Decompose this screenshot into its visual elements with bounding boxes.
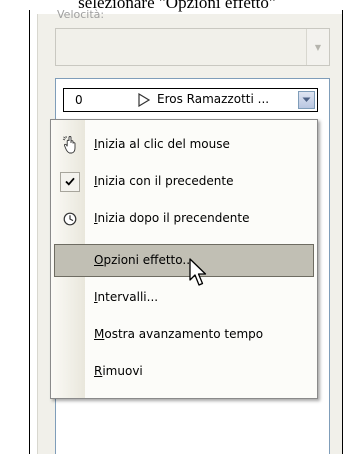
menu-item-show-advanced-timeline[interactable]: Mostra avanzamento tempo [54, 318, 314, 351]
menu-item-label: Intervalli... [94, 290, 159, 304]
mouse-pointer-icon [189, 258, 207, 286]
menu-item-label: Opzioni effetto... [94, 253, 194, 267]
menu-item-start-on-click[interactable]: Inizia al clic del mouse [54, 128, 314, 161]
context-menu: Inizia al clic del mouse Inizia con il p… [50, 119, 318, 399]
mouse-click-icon [56, 128, 84, 161]
speed-select[interactable]: ▼ [55, 28, 330, 66]
check-icon [60, 171, 80, 192]
right-frame-line [342, 10, 343, 454]
animation-list-item[interactable]: 0 Eros Ramazzotti ... [63, 88, 318, 112]
play-icon [138, 93, 151, 107]
menu-item-start-with-previous[interactable]: Inizia con il precedente [54, 165, 314, 198]
left-frame-line [29, 10, 30, 454]
animation-order-number: 0 [75, 93, 83, 107]
caption-text: selezionare "Opzioni effetto" [78, 0, 276, 12]
menu-item-start-after-previous[interactable]: Inizia dopo il precendente [54, 202, 314, 235]
menu-item-timing[interactable]: Intervalli... [54, 281, 314, 314]
menu-item-label: Rimuovi [94, 364, 143, 378]
chevron-down-icon [302, 97, 311, 102]
menu-item-remove[interactable]: Rimuovi [54, 355, 314, 388]
clock-icon [56, 202, 84, 235]
menu-item-label: Inizia al clic del mouse [94, 137, 230, 151]
speed-label: Velocità: [57, 8, 105, 21]
chevron-down-icon[interactable]: ▼ [306, 29, 329, 65]
animation-item-label: Eros Ramazzotti ... [157, 92, 270, 106]
menu-item-effect-options[interactable]: Opzioni effetto... [54, 244, 314, 277]
menu-item-label: Mostra avanzamento tempo [94, 327, 264, 341]
menu-item-label: Inizia con il precedente [94, 174, 234, 188]
menu-item-label: Inizia dopo il precendente [94, 211, 250, 225]
check-mark-box [56, 165, 84, 198]
row-dropdown-button[interactable] [298, 91, 315, 109]
